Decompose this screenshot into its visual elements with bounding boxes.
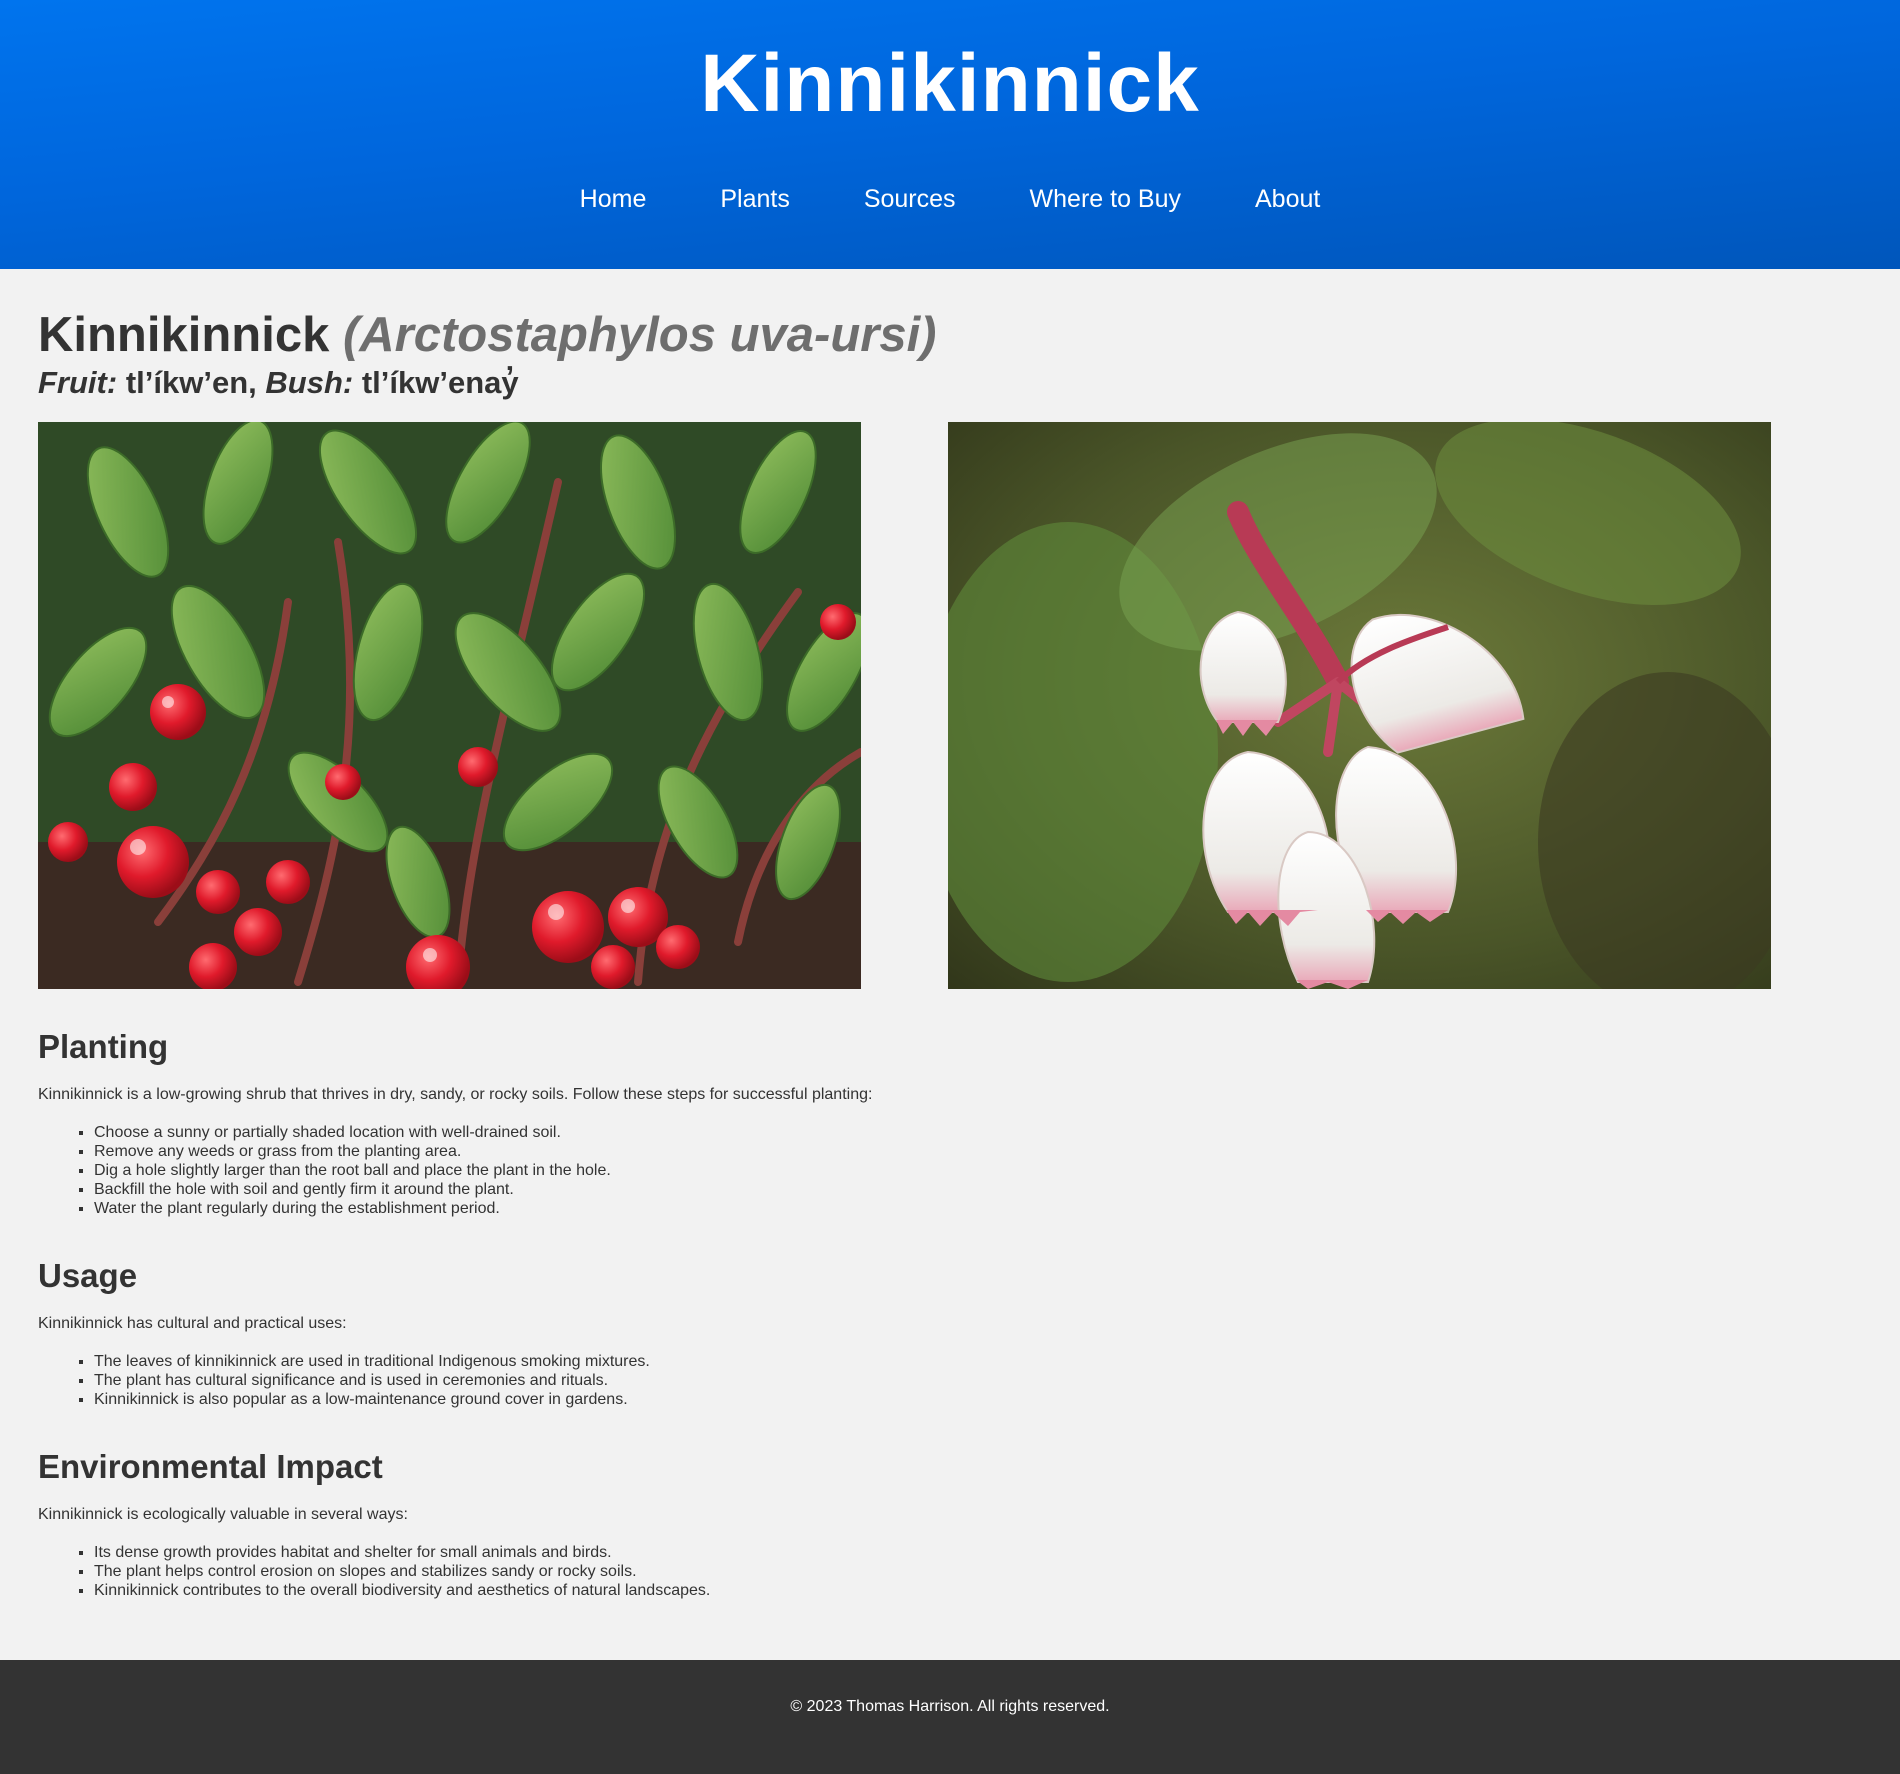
indigenous-names: Fruit: tl’íkw’en, Bush: tl’íkw’enay̓ bbox=[38, 363, 1862, 403]
site-footer: © 2023 Thomas Harrison. All rights reser… bbox=[0, 1660, 1900, 1774]
planting-title: Planting bbox=[38, 1028, 169, 1065]
usage-list: The leaves of kinnikinnick are used in t… bbox=[38, 1352, 1862, 1409]
list-item: The plant has cultural significance and … bbox=[94, 1371, 1862, 1390]
berries-photo-illustration bbox=[38, 422, 861, 989]
list-item: Backfill the hole with soil and gently f… bbox=[94, 1180, 1862, 1199]
environmental-section: Environmental Impact Kinnikinnick is eco… bbox=[38, 1447, 1862, 1600]
nav-link-plants[interactable]: Plants bbox=[683, 182, 826, 216]
flowers-photo bbox=[948, 422, 1771, 989]
environmental-title: Environmental Impact bbox=[38, 1448, 383, 1485]
berries-photo bbox=[38, 422, 861, 989]
flowers-photo-illustration bbox=[948, 422, 1771, 989]
usage-section: Usage Kinnikinnick has cultural and prac… bbox=[38, 1256, 1862, 1409]
list-item: The leaves of kinnikinnick are used in t… bbox=[94, 1352, 1862, 1371]
planting-section: Planting Kinnikinnick is a low-growing s… bbox=[38, 1027, 1862, 1218]
environmental-list: Its dense growth provides habitat and sh… bbox=[38, 1543, 1862, 1600]
fruit-name: tl’íkw’en, bbox=[125, 365, 257, 400]
list-item: Its dense growth provides habitat and sh… bbox=[94, 1543, 1862, 1562]
main-content: Kinnikinnick (Arctostaphylos uva-ursi) F… bbox=[0, 269, 1900, 1600]
planting-intro: Kinnikinnick is a low-growing shrub that… bbox=[38, 1086, 873, 1103]
environmental-intro: Kinnikinnick is ecologically valuable in… bbox=[38, 1506, 408, 1523]
nav-link-where-to-buy[interactable]: Where to Buy bbox=[993, 182, 1218, 216]
main-nav: Home Plants Sources Where to Buy About bbox=[0, 182, 1900, 216]
bush-name: tl’íkw’enay̓ bbox=[361, 365, 519, 400]
photo-row bbox=[38, 422, 1862, 989]
nav-link-sources[interactable]: Sources bbox=[827, 182, 993, 216]
list-item: Kinnikinnick contributes to the overall … bbox=[94, 1581, 1862, 1600]
usage-title: Usage bbox=[38, 1257, 138, 1294]
copyright-text: © 2023 Thomas Harrison. All rights reser… bbox=[790, 1698, 1110, 1715]
list-item: Water the plant regularly during the est… bbox=[94, 1199, 1862, 1218]
plant-heading: Kinnikinnick (Arctostaphylos uva-ursi) bbox=[38, 307, 1862, 363]
list-item: Dig a hole slightly larger than the root… bbox=[94, 1161, 1862, 1180]
nav-link-about[interactable]: About bbox=[1218, 182, 1357, 216]
site-title: Kinnikinnick bbox=[700, 38, 1200, 129]
planting-list: Choose a sunny or partially shaded locat… bbox=[38, 1123, 1862, 1218]
usage-intro: Kinnikinnick has cultural and practical … bbox=[38, 1315, 347, 1332]
list-item: The plant helps control erosion on slope… bbox=[94, 1562, 1862, 1581]
plant-latin-name: (Arctostaphylos uva-ursi) bbox=[342, 308, 937, 362]
fruit-label: Fruit: bbox=[38, 365, 118, 400]
bush-label: Bush: bbox=[265, 365, 354, 400]
list-item: Choose a sunny or partially shaded locat… bbox=[94, 1123, 1862, 1142]
list-item: Remove any weeds or grass from the plant… bbox=[94, 1142, 1862, 1161]
nav-link-home[interactable]: Home bbox=[543, 182, 684, 216]
site-header: Kinnikinnick Home Plants Sources Where t… bbox=[0, 0, 1900, 269]
list-item: Kinnikinnick is also popular as a low-ma… bbox=[94, 1390, 1862, 1409]
plant-common-name: Kinnikinnick bbox=[38, 308, 330, 362]
